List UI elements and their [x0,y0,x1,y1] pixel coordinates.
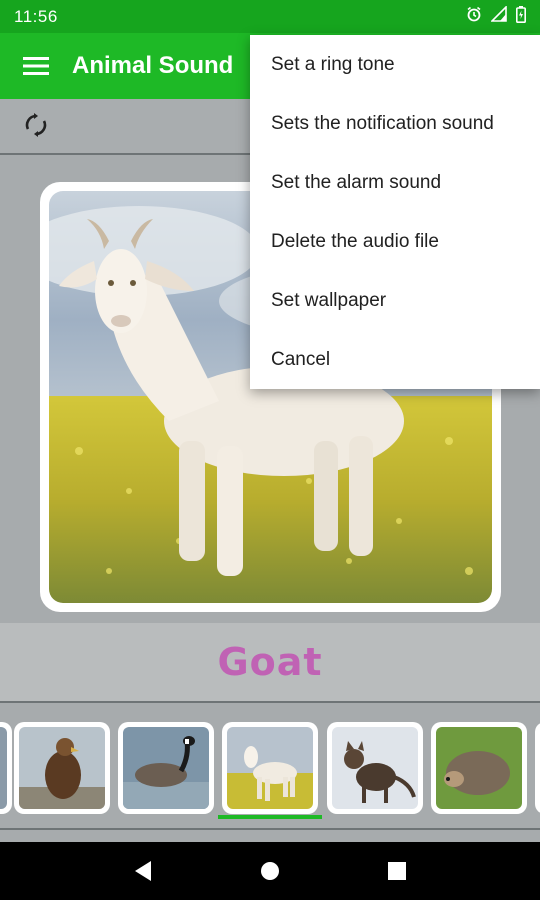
menu-item-set-wallpaper[interactable]: Set wallpaper [250,271,540,330]
back-icon[interactable] [123,851,163,891]
animal-name-band: Goat [0,623,540,703]
battery-icon [516,5,526,28]
alarm-icon [466,6,482,27]
menu-item-delete-audio[interactable]: Delete the audio file [250,212,540,271]
thumbnail-hedgehog[interactable] [431,722,527,814]
status-bar: 11:56 [0,0,540,33]
app-screen: 11:56 Animal Sound Goat Set a ring tone … [0,0,540,900]
menu-item-set-ringtone[interactable]: Set a ring tone [250,35,540,94]
refresh-icon[interactable] [18,107,54,143]
navigation-bar [0,842,540,900]
status-icons [466,5,526,28]
app-title: Animal Sound [72,52,234,79]
selected-thumbnail-indicator [218,815,322,819]
hamburger-menu-icon[interactable] [0,33,72,99]
animal-name: Goat [217,640,323,684]
thumbnail-partial[interactable] [0,722,12,814]
thumbnail-goat[interactable] [222,722,318,814]
overflow-popup-menu: Set a ring tone Sets the notification so… [250,35,540,389]
menu-item-set-alarm-sound[interactable]: Set the alarm sound [250,153,540,212]
thumbnail-eagle[interactable] [14,722,110,814]
thumbnail-partial-right[interactable] [535,722,540,814]
signal-icon [490,5,507,27]
thumbnail-cat[interactable] [327,722,423,814]
thumbnail-goose[interactable] [118,722,214,814]
status-time: 11:56 [14,6,58,26]
recents-icon[interactable] [377,851,417,891]
menu-item-cancel[interactable]: Cancel [250,330,540,389]
home-icon[interactable] [250,851,290,891]
menu-item-set-notification-sound[interactable]: Sets the notification sound [250,94,540,153]
thumbnail-strip[interactable] [0,705,540,830]
